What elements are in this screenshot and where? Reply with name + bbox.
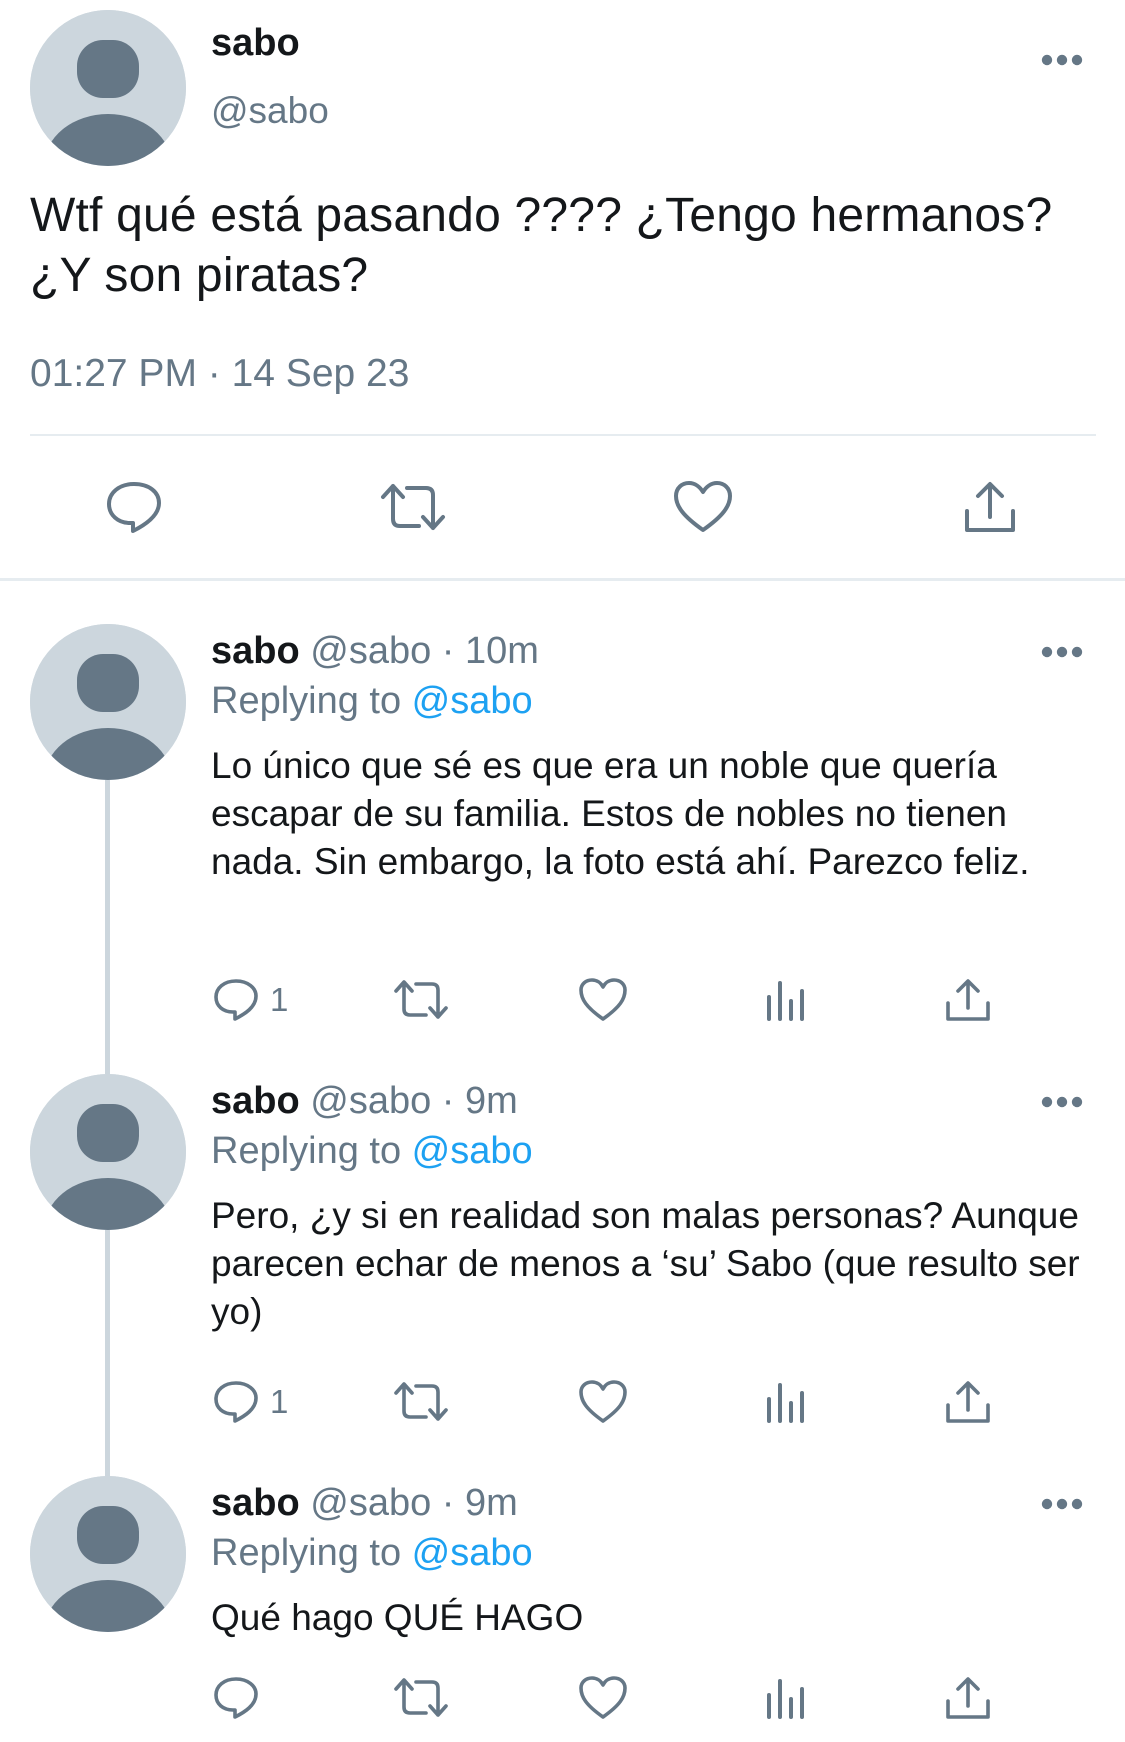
analytics-button[interactable]	[764, 972, 808, 1028]
avatar[interactable]	[30, 1074, 186, 1230]
like-button[interactable]	[578, 972, 628, 1028]
reply-text: Pero, ¿y si en realidad son malas person…	[211, 1195, 1080, 1332]
more-options-button[interactable]	[1040, 642, 1084, 662]
author-name[interactable]: sabo	[211, 22, 300, 65]
reply-action-bar: 1	[0, 1374, 1125, 1430]
more-dots-icon	[1041, 646, 1083, 658]
reply-button[interactable]: 1	[212, 1374, 288, 1430]
mention-link[interactable]: @sabo	[412, 680, 533, 722]
tweet-timestamp[interactable]: 01:27 PM · 14 Sep 23	[30, 352, 409, 396]
analytics-icon	[767, 1679, 804, 1719]
retweet-icon	[394, 980, 448, 1019]
reply-header: sabo @sabo · 9m	[211, 1482, 518, 1525]
reply-button[interactable]	[99, 472, 169, 542]
share-button[interactable]	[944, 972, 992, 1028]
author-handle[interactable]: @sabo	[211, 90, 329, 132]
replying-to: Replying to @sabo	[211, 1130, 533, 1173]
reply-count: 1	[270, 1383, 289, 1420]
comment-icon	[214, 1677, 258, 1719]
mention-link[interactable]: @sabo	[412, 1130, 533, 1172]
author-name[interactable]: sabo	[211, 1080, 300, 1122]
retweet-icon	[394, 1678, 448, 1717]
tweet-text: Wtf qué está pasando ???? ¿Tengo hermano…	[30, 189, 1053, 302]
share-icon	[946, 979, 990, 1021]
share-button[interactable]	[944, 1374, 992, 1430]
reply-text: Lo único que sé es que era un noble que …	[211, 745, 1030, 882]
more-dots-icon	[1041, 1498, 1083, 1510]
section-divider	[0, 578, 1125, 581]
more-dots-icon	[1041, 1096, 1083, 1108]
comment-icon	[214, 1381, 258, 1423]
share-button[interactable]	[944, 1670, 992, 1726]
share-icon	[946, 1677, 990, 1719]
replying-to-label: Replying to	[211, 680, 412, 722]
like-button[interactable]	[578, 1670, 628, 1726]
heart-icon	[674, 481, 732, 532]
reply-count: 1	[270, 981, 289, 1018]
author-name[interactable]: sabo	[211, 1482, 300, 1524]
author-name[interactable]: sabo	[211, 630, 300, 672]
replying-to-label: Replying to	[211, 1130, 412, 1172]
divider	[30, 434, 1096, 436]
reply-button[interactable]: 1	[212, 972, 288, 1028]
analytics-button[interactable]	[764, 1670, 808, 1726]
tweet-action-bar	[0, 472, 1125, 542]
reply-tweet[interactable]: sabo @sabo · 9m Replying to @sabo Qué ha…	[0, 1476, 1125, 1742]
retweet-button[interactable]	[393, 1374, 449, 1430]
analytics-icon	[767, 1383, 804, 1423]
replying-to: Replying to @sabo	[211, 680, 533, 723]
avatar[interactable]	[30, 624, 186, 780]
analytics-button[interactable]	[764, 1374, 808, 1430]
reply-header: sabo @sabo · 10m	[211, 630, 539, 673]
comment-icon	[107, 482, 161, 533]
reply-button[interactable]	[212, 1670, 270, 1726]
default-avatar-icon	[30, 1476, 186, 1632]
reply-meta: @sabo · 10m	[299, 630, 539, 672]
retweet-button[interactable]	[378, 472, 448, 542]
reply-text: Qué hago QUÉ HAGO	[211, 1597, 584, 1638]
retweet-icon	[394, 1382, 448, 1421]
reply-action-bar	[0, 1670, 1125, 1726]
analytics-icon	[767, 981, 804, 1021]
retweet-icon	[381, 484, 445, 530]
more-options-button[interactable]	[1040, 50, 1084, 70]
more-options-button[interactable]	[1040, 1494, 1084, 1514]
mention-link[interactable]: @sabo	[412, 1532, 533, 1574]
heart-icon	[579, 1676, 627, 1719]
retweet-button[interactable]	[393, 1670, 449, 1726]
more-dots-icon	[1041, 54, 1083, 66]
retweet-button[interactable]	[393, 972, 449, 1028]
default-avatar-icon	[30, 1074, 186, 1230]
default-avatar-icon	[30, 624, 186, 780]
avatar[interactable]	[30, 1476, 186, 1632]
thread-line	[105, 780, 110, 1074]
default-avatar-icon	[30, 10, 186, 166]
reply-tweet[interactable]: sabo @sabo · 10m Replying to @sabo Lo ún…	[0, 624, 1125, 1074]
share-icon	[946, 1381, 990, 1423]
replying-to-label: Replying to	[211, 1532, 412, 1574]
like-button[interactable]	[668, 472, 738, 542]
reply-tweet[interactable]: sabo @sabo · 9m Replying to @sabo Pero, …	[0, 1074, 1125, 1482]
reply-header: sabo @sabo · 9m	[211, 1080, 518, 1123]
comment-icon	[214, 979, 258, 1021]
share-button[interactable]	[955, 472, 1025, 542]
thread-line	[105, 1230, 110, 1482]
reply-meta: @sabo · 9m	[299, 1080, 518, 1122]
avatar[interactable]	[30, 10, 186, 166]
heart-icon	[579, 978, 627, 1021]
replying-to: Replying to @sabo	[211, 1532, 533, 1575]
reply-meta: @sabo · 9m	[299, 1482, 518, 1524]
like-button[interactable]	[578, 1374, 628, 1430]
share-icon	[965, 482, 1015, 532]
reply-action-bar: 1	[0, 972, 1125, 1028]
more-options-button[interactable]	[1040, 1092, 1084, 1112]
heart-icon	[579, 1380, 627, 1423]
